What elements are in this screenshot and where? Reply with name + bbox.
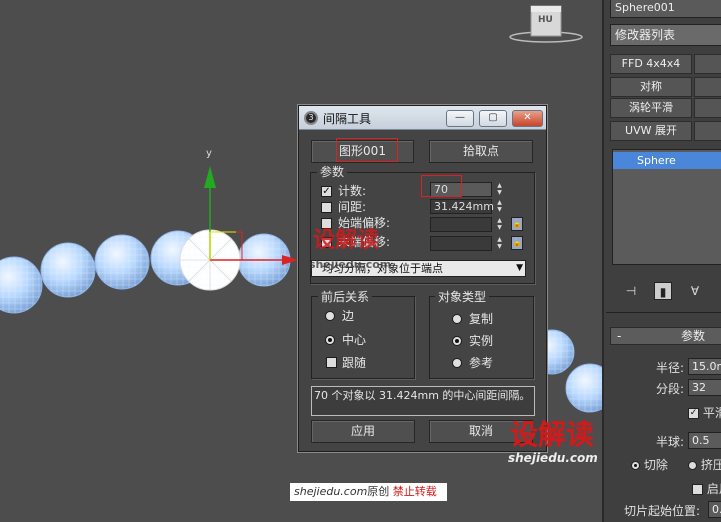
watermark-site: shejiedu.com — [294, 485, 368, 498]
command-panel: Sphere001 修改器列表 FFD 4x4x4 对称 涡轮平滑 UVW 展开… — [602, 0, 721, 522]
modifier-set-button[interactable] — [694, 98, 721, 118]
follow-label: 跟随 — [342, 356, 367, 370]
squash-option[interactable]: 挤压 — [688, 456, 721, 473]
reference-label: 参考 — [469, 356, 494, 370]
smooth-option[interactable]: ✓ 平滑 — [688, 404, 721, 421]
squash-label: 挤压 — [700, 458, 721, 472]
watermark-noreprint: 禁止转载 — [392, 485, 437, 498]
viewcube-label: HU — [538, 15, 553, 25]
spacing-checkbox[interactable] — [321, 202, 332, 213]
smooth-label: 平滑 — [702, 406, 721, 420]
centers-label: 中心 — [342, 333, 367, 347]
ffd-button[interactable]: FFD 4x4x4 — [610, 54, 692, 74]
turbosmooth-button[interactable]: 涡轮平滑 — [610, 98, 692, 118]
uvw-unwrap-button[interactable]: UVW 展开 — [610, 121, 692, 141]
modifier-set-button[interactable] — [694, 121, 721, 141]
pin-stack-icon[interactable]: ⊣ — [622, 282, 640, 300]
stack-toolbar: ⊣ ▮ ∀ ⊓ — [622, 282, 721, 300]
spacing-spinner-arrows[interactable]: ▲ ▼ — [495, 199, 504, 214]
slice-from-label: 切片起始位置: — [624, 504, 701, 518]
make-unique-icon[interactable]: ∀ — [686, 282, 704, 300]
highlight-box — [421, 175, 462, 197]
collapse-icon: - — [617, 329, 622, 343]
squash-radio[interactable] — [688, 461, 697, 470]
chevron-down-icon: ▼ — [516, 263, 523, 273]
radius-spinner[interactable]: 15.0mm — [688, 358, 721, 375]
object-name-field[interactable]: Sphere001 — [610, 0, 721, 18]
apply-button[interactable]: 应用 — [311, 420, 415, 443]
count-label: 计数: — [338, 184, 367, 198]
close-button[interactable]: ✕ — [512, 110, 543, 127]
watermark-url: shejiedu.com — [309, 258, 392, 271]
watermark-logo: 设解读 — [510, 418, 595, 451]
watermark-url: shejiedu.com — [508, 451, 598, 465]
watermark-logo: 设解读 — [313, 228, 380, 253]
stack-item-sphere[interactable]: Sphere — [613, 152, 721, 169]
rollout-title: 参数 — [681, 329, 706, 343]
smooth-checkbox[interactable]: ✓ — [688, 408, 699, 419]
maximize-button[interactable]: ▢ — [479, 110, 507, 127]
count-checkbox[interactable]: ✓ — [321, 186, 332, 197]
modifier-set-button[interactable] — [694, 54, 721, 74]
hemisphere-spinner[interactable]: 0.5 — [688, 432, 721, 449]
dialog-title: 间隔工具 — [323, 112, 372, 126]
slice-enable-option[interactable]: 启用 — [692, 480, 721, 497]
follow-checkbox[interactable] — [326, 357, 337, 368]
slice-from-spinner[interactable]: 0.0 — [708, 501, 721, 518]
highlight-box — [336, 138, 398, 162]
edges-label: 边 — [342, 309, 355, 323]
centers-radio[interactable] — [325, 335, 335, 345]
show-end-result-icon[interactable]: ▮ — [654, 282, 672, 300]
modifier-stack[interactable]: Sphere — [612, 149, 721, 265]
end-offset-spinner-arrows[interactable]: ▲ ▼ — [495, 236, 504, 251]
chop-radio[interactable] — [631, 461, 640, 470]
segments-label: 分段: — [656, 382, 685, 396]
modifier-list-dropdown[interactable]: 修改器列表 — [610, 24, 721, 46]
spacing-label: 间距: — [338, 200, 367, 214]
slice-enable-label: 启用 — [706, 482, 721, 496]
lock-icon[interactable]: 🔒 — [511, 217, 523, 231]
y-axis-label: y — [206, 148, 212, 159]
object-type-group-title: 对象类型 — [435, 290, 490, 304]
parameters-rollout-header[interactable]: - 参数 — [610, 327, 721, 345]
reference-radio[interactable] — [452, 358, 462, 368]
pick-points-button[interactable]: 拾取点 — [429, 140, 533, 163]
copy-radio[interactable] — [452, 314, 462, 324]
symmetry-button[interactable]: 对称 — [610, 77, 692, 97]
context-group-title: 前后关系 — [318, 290, 373, 304]
instance-radio[interactable] — [452, 336, 462, 346]
dialog-titlebar[interactable]: 3 间隔工具 — ▢ ✕ — [299, 106, 546, 130]
minimize-button[interactable]: — — [446, 110, 474, 127]
copy-label: 复制 — [469, 312, 494, 326]
end-offset-field[interactable] — [430, 236, 492, 251]
count-spinner-arrows[interactable]: ▲ ▼ — [495, 182, 504, 197]
hemisphere-label: 半球: — [656, 435, 685, 449]
watermark-original: 原创 — [367, 485, 390, 498]
spacing-field[interactable]: 31.424mm — [430, 199, 494, 214]
chop-option[interactable]: 切除 — [631, 456, 668, 473]
start-offset-spinner-arrows[interactable]: ▲ ▼ — [495, 217, 504, 232]
bottom-watermark: shejiedu.com原创 禁止转载 — [290, 483, 447, 501]
segments-spinner[interactable]: 32 — [688, 379, 721, 396]
start-offset-field[interactable] — [430, 217, 492, 232]
radius-label: 半径: — [656, 361, 685, 375]
chop-label: 切除 — [643, 458, 668, 472]
slice-enable-checkbox[interactable] — [692, 484, 703, 495]
spacing-tool-dialog: 3 间隔工具 — ▢ ✕ 图形001 拾取点 参数 ✓ 计数: 70 ▲ ▼ 间距… — [298, 105, 547, 452]
modifier-set-button[interactable] — [694, 77, 721, 97]
parameters-group-title: 参数 — [317, 165, 348, 179]
app-icon: 3 — [304, 111, 318, 125]
status-message: 70 个对象以 31.424mm 的中心间距间隔。 — [311, 386, 535, 416]
divider — [606, 312, 721, 313]
lock-icon[interactable]: 🔒 — [511, 236, 523, 250]
edges-radio[interactable] — [325, 311, 335, 321]
instance-label: 实例 — [469, 334, 494, 348]
